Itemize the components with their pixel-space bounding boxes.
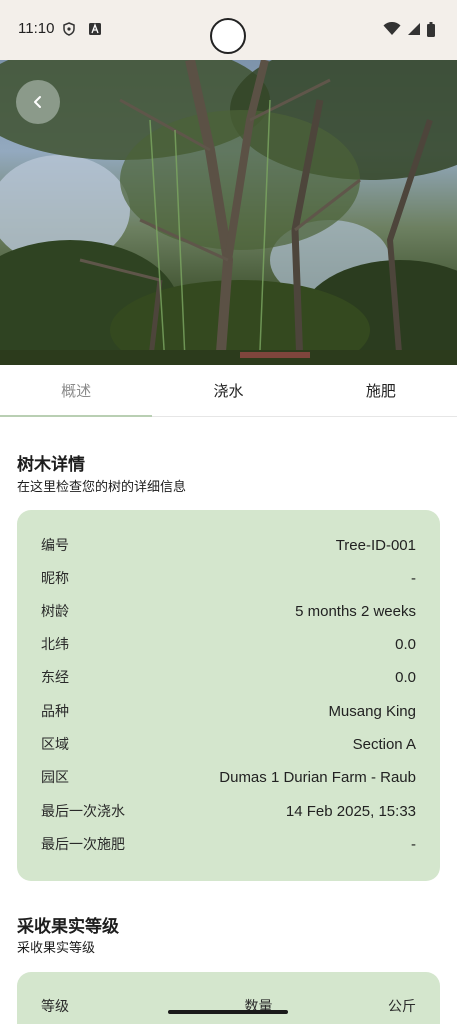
detail-value: Tree-ID-001: [335, 536, 416, 554]
detail-row-last-watered: 最后一次浇水 14 Feb 2025, 15:33: [41, 800, 416, 822]
detail-value: 5 months 2 weeks: [295, 602, 416, 620]
detail-row-last-fertilized: 最后一次施肥 -: [41, 833, 416, 855]
details-section-title: 树木详情: [17, 455, 85, 475]
details-section-subtitle: 在这里检查您的树的详细信息: [17, 480, 187, 495]
detail-value: Musang King: [328, 702, 416, 720]
app-notification-icon: [89, 23, 101, 35]
detail-row-latitude: 北纬 0.0: [41, 633, 416, 655]
detail-label: 最后一次施肥: [41, 837, 125, 853]
camera-cutout: [210, 18, 246, 54]
tree-canopy-image: [0, 60, 457, 365]
detail-label: 最后一次浇水: [41, 804, 125, 820]
detail-label: 东经: [41, 670, 69, 686]
detail-value: 0.0: [395, 668, 416, 686]
tab-fertilizing[interactable]: 施肥: [305, 365, 457, 416]
tab-overview[interactable]: 概述: [0, 365, 153, 417]
detail-value: -: [411, 569, 416, 587]
detail-label: 品种: [41, 704, 69, 720]
detail-value: -: [411, 835, 416, 853]
tab-bar: 概述 浇水 施肥: [0, 365, 457, 417]
chevron-left-icon: [34, 96, 41, 108]
shield-icon: [63, 22, 75, 36]
detail-row-section: 区域 Section A: [41, 733, 416, 755]
detail-row-age: 树龄 5 months 2 weeks: [41, 600, 416, 622]
detail-label: 编号: [41, 538, 69, 554]
detail-value: 14 Feb 2025, 15:33: [285, 802, 416, 820]
detail-row-longitude: 东经 0.0: [41, 666, 416, 688]
tab-overview-label: 概述: [61, 382, 92, 400]
detail-label: 区域: [41, 737, 69, 753]
harvest-section-subtitle: 采收果实等级: [17, 941, 96, 956]
battery-icon: [427, 21, 435, 37]
detail-value: Dumas 1 Durian Farm - Raub: [219, 768, 416, 786]
detail-label: 北纬: [41, 637, 69, 653]
tree-details-card: 编号 Tree-ID-001 昵称 - 树龄 5 months 2 weeks …: [17, 510, 440, 881]
status-bar: 11:10: [0, 0, 457, 60]
gesture-navigation-bar[interactable]: [168, 1010, 288, 1014]
tab-fertilizing-label: 施肥: [365, 382, 396, 400]
detail-row-nickname: 昵称 -: [41, 567, 416, 589]
detail-row-id: 编号 Tree-ID-001: [41, 534, 416, 556]
detail-row-variety: 品种 Musang King: [41, 700, 416, 722]
status-indicators: [383, 20, 435, 38]
wifi-icon: [383, 22, 401, 35]
detail-value: Section A: [352, 735, 416, 753]
cellular-signal-icon: [408, 23, 420, 35]
back-button[interactable]: [16, 80, 60, 124]
detail-label: 树龄: [41, 604, 69, 620]
detail-row-farm: 园区 Dumas 1 Durian Farm - Raub: [41, 766, 416, 788]
harvest-section-title: 采收果实等级: [17, 917, 119, 937]
header-grade: 等级: [41, 999, 69, 1015]
tree-photo: [0, 60, 457, 365]
harvest-grade-card: 等级 数量 公斤: [17, 972, 440, 1024]
header-kg: 公斤: [388, 999, 416, 1015]
detail-label: 园区: [41, 770, 69, 786]
detail-value: 0.0: [395, 635, 416, 653]
tab-watering-label: 浇水: [213, 382, 244, 400]
status-time: 11:10: [18, 20, 55, 37]
detail-label: 昵称: [41, 571, 69, 587]
tab-watering[interactable]: 浇水: [152, 365, 304, 416]
